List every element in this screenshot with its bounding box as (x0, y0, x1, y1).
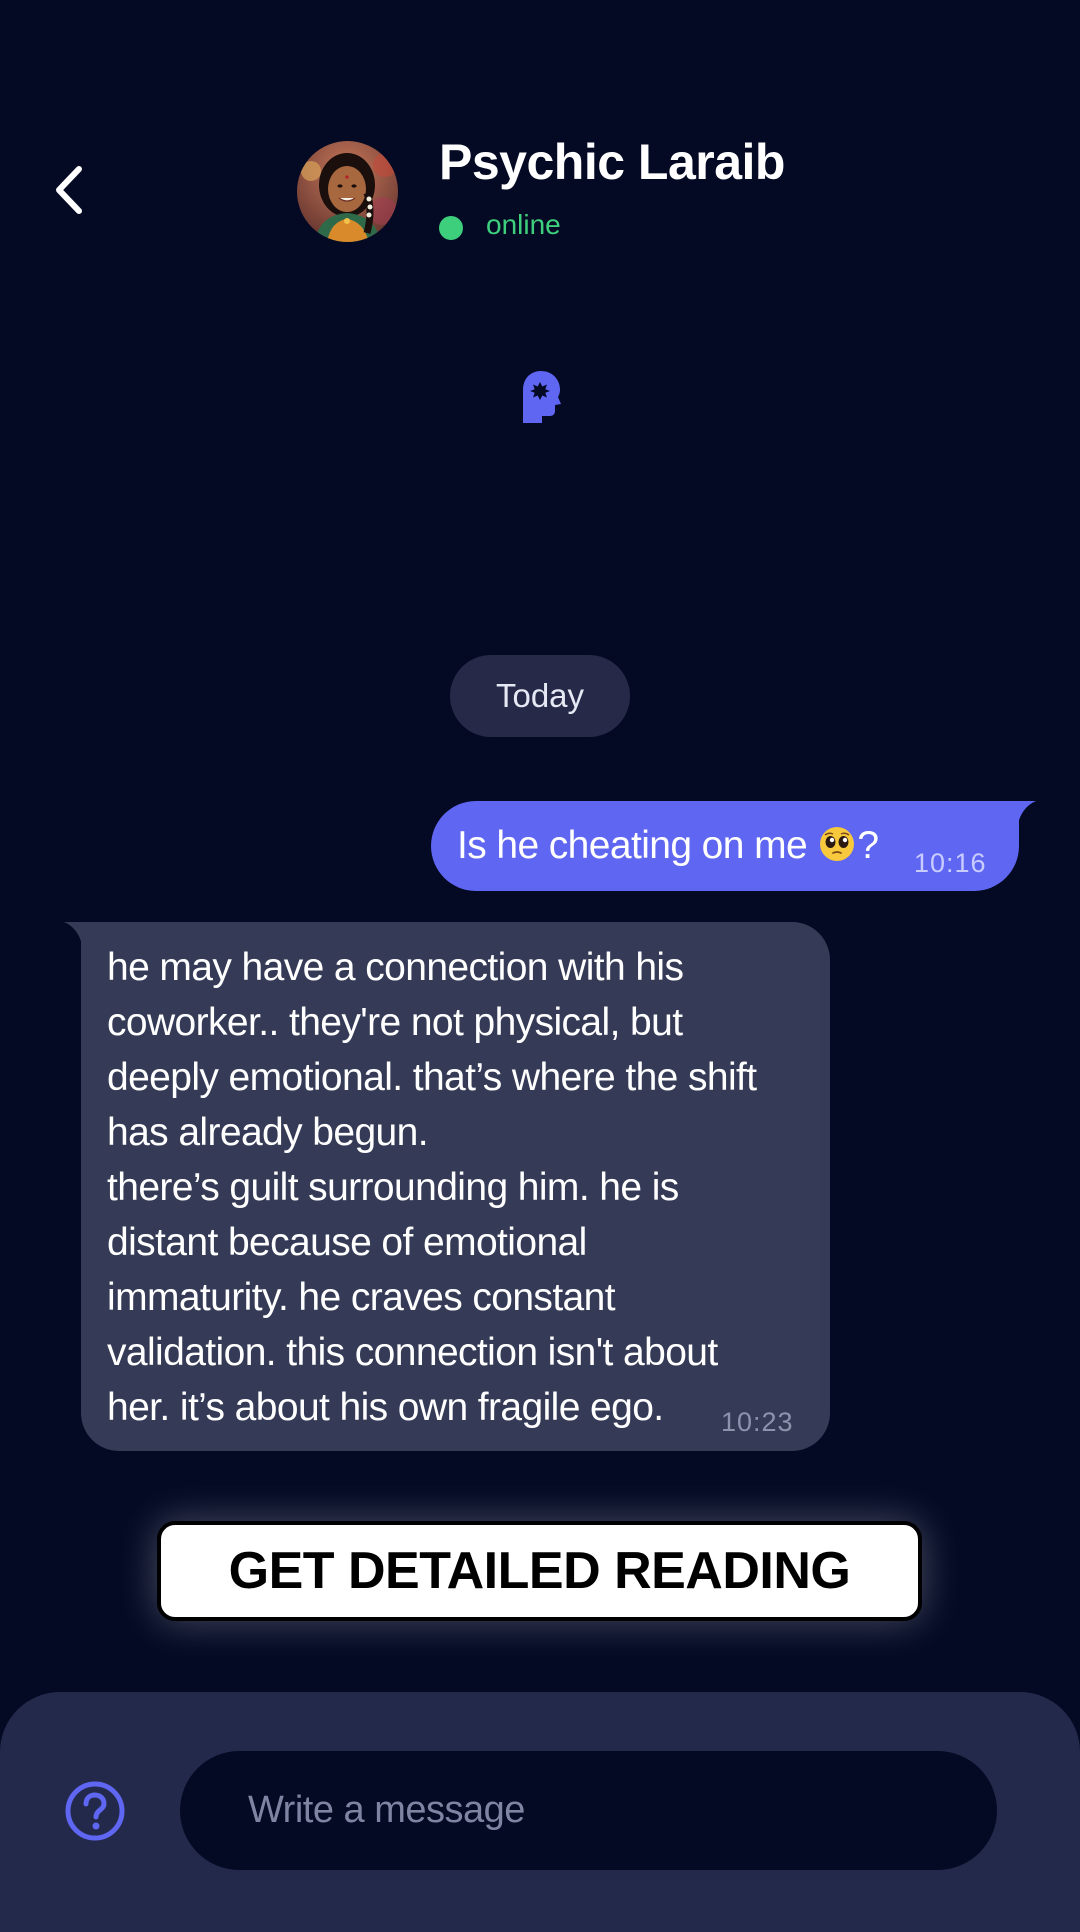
date-divider: Today (450, 655, 630, 737)
psychic-head-logo-icon (515, 368, 563, 424)
message-input[interactable] (180, 1751, 997, 1870)
incoming-message-text: he may have a connection with his cowork… (107, 946, 757, 1429)
chevron-left-icon (56, 166, 82, 214)
incoming-bubble-tail (62, 921, 102, 961)
online-status-text: online (486, 209, 561, 240)
get-detailed-reading-button[interactable]: GET DETAILED READING (157, 1521, 922, 1621)
incoming-message-time: 10:23 (721, 1407, 794, 1437)
online-status-dot (439, 216, 463, 240)
avatar[interactable] (297, 141, 398, 242)
outgoing-message-text-tail: ? (857, 824, 879, 867)
outgoing-message-time: 10:16 (914, 848, 987, 878)
outgoing-message-text-part: Is he cheating on me (457, 824, 808, 867)
help-button[interactable] (64, 1780, 126, 1842)
outgoing-bubble-tail (1000, 800, 1036, 840)
outgoing-message-text: Is he cheating on me ? (457, 824, 879, 868)
back-button[interactable] (48, 160, 92, 220)
contact-name: Psychic Laraib (439, 134, 785, 190)
pleading-face-icon (820, 827, 855, 861)
question-circle-icon (65, 1781, 125, 1841)
